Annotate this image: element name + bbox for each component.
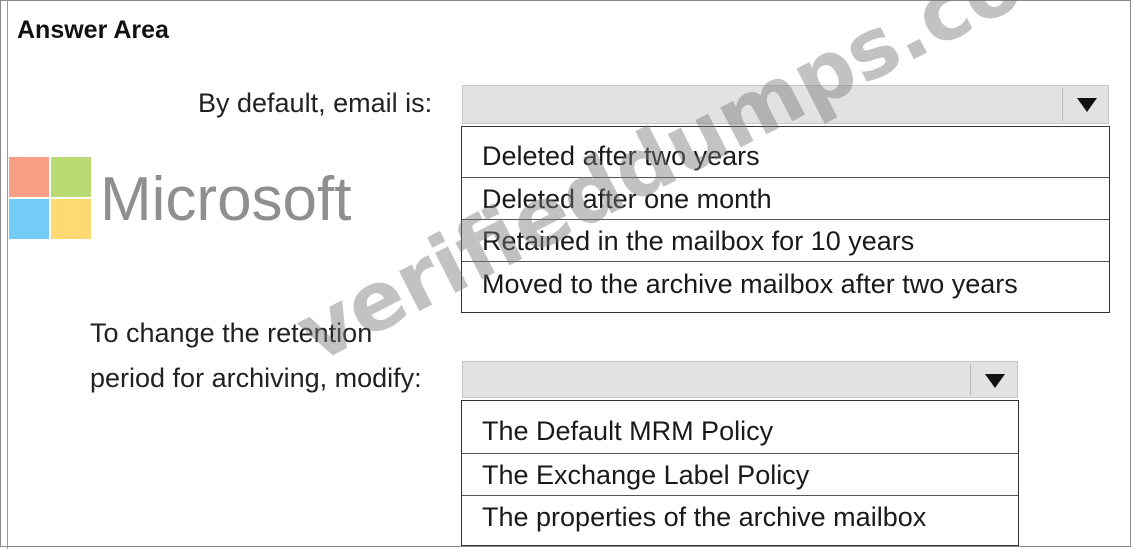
dropdown-arrow-icon[interactable] bbox=[1077, 98, 1097, 112]
frame-left-border bbox=[7, 0, 8, 549]
option-default-mrm-policy[interactable]: The Default MRM Policy bbox=[462, 409, 1018, 453]
retention-policy-dropdown[interactable] bbox=[462, 361, 1018, 398]
retention-label-line1: To change the retention bbox=[90, 318, 373, 348]
microsoft-logo-text: Microsoft bbox=[100, 165, 352, 234]
option-exchange-label-policy[interactable]: The Exchange Label Policy bbox=[462, 453, 1018, 495]
option-deleted-two-years[interactable]: Deleted after two years bbox=[462, 135, 1109, 177]
option-archive-mailbox-properties[interactable]: The properties of the archive mailbox bbox=[462, 495, 1018, 539]
retention-policy-options: The Default MRM Policy The Exchange Labe… bbox=[461, 400, 1019, 546]
default-email-label: By default, email is: bbox=[198, 88, 433, 118]
default-email-options: Deleted after two years Deleted after on… bbox=[461, 126, 1110, 313]
default-email-dropdown[interactable] bbox=[462, 85, 1109, 124]
option-retained-10-years[interactable]: Retained in the mailbox for 10 years bbox=[462, 219, 1109, 261]
retention-label-line2: period for archiving, modify: bbox=[90, 363, 422, 393]
answer-area-title: Answer Area bbox=[17, 16, 169, 44]
option-deleted-one-month[interactable]: Deleted after one month bbox=[462, 177, 1109, 219]
dropdown-divider bbox=[1062, 88, 1063, 121]
dropdown-arrow-icon[interactable] bbox=[985, 374, 1005, 388]
option-moved-archive-two-years[interactable]: Moved to the archive mailbox after two y… bbox=[462, 261, 1109, 307]
dropdown-divider bbox=[970, 364, 971, 395]
